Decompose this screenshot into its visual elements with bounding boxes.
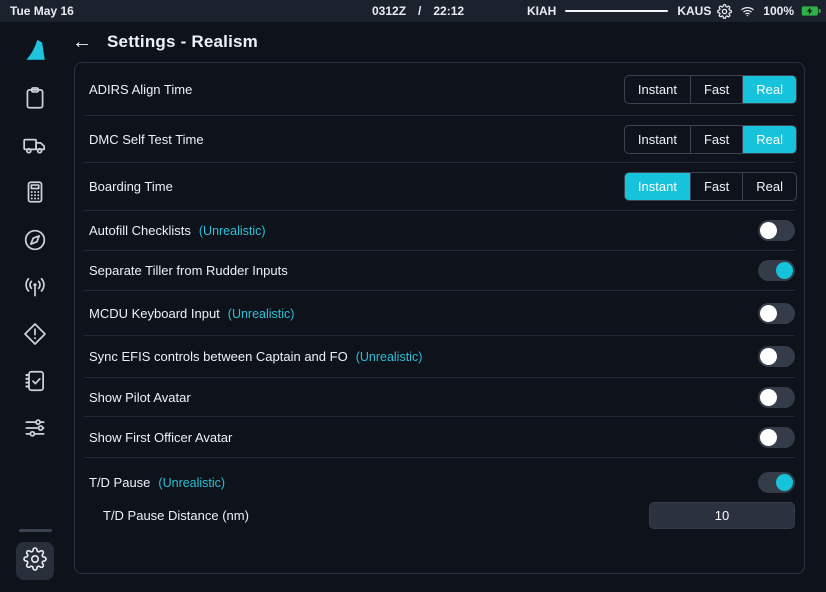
dmc-option-instant[interactable]: Instant <box>625 126 690 153</box>
setting-row-separate-tiller: Separate Tiller from Rudder Inputs <box>84 251 795 291</box>
route-progress-line <box>565 10 668 12</box>
setting-row-boarding-time: Boarding Time Instant Fast Real <box>84 163 795 211</box>
toggle-knob <box>760 222 777 239</box>
local-time: 22:12 <box>433 4 464 18</box>
setting-row-show-pilot-avatar: Show Pilot Avatar <box>84 378 795 417</box>
origin-airport: KIAH <box>527 4 556 18</box>
status-clock: 0312Z / 22:12 <box>372 4 464 18</box>
wifi-icon <box>739 4 756 19</box>
setting-row-dmc-self-test: DMC Self Test Time Instant Fast Real <box>84 116 795 163</box>
sidebar-item-settings-active[interactable] <box>16 542 54 580</box>
utc-time: 0312Z <box>372 4 406 18</box>
sidebar-item-navigation-compass[interactable] <box>22 227 48 253</box>
sidebar-item-ground-services-truck[interactable] <box>22 132 48 158</box>
boarding-option-instant[interactable]: Instant <box>625 173 690 200</box>
setting-label: Show First Officer Avatar <box>89 430 232 445</box>
time-separator: / <box>418 4 421 18</box>
setting-row-td-pause: T/D Pause (Unrealistic) <box>84 458 795 497</box>
sidebar-item-failures-warning[interactable] <box>22 321 48 347</box>
setting-label: Autofill Checklists <box>89 223 191 238</box>
status-bar: Tue May 16 0312Z / 22:12 KIAH KAUS <box>0 0 826 22</box>
mcdu-keyboard-toggle[interactable] <box>758 303 795 324</box>
setting-label: Separate Tiller from Rudder Inputs <box>89 263 288 278</box>
sidebar-item-flight-clipboard[interactable] <box>22 85 48 111</box>
td-pause-distance-input[interactable] <box>649 502 795 529</box>
show-fo-avatar-toggle[interactable] <box>758 427 795 448</box>
unrealistic-tag: (Unrealistic) <box>158 476 225 490</box>
dmc-self-test-segmented: Instant Fast Real <box>624 125 797 154</box>
status-date: Tue May 16 <box>10 4 74 18</box>
setting-row-mcdu-keyboard: MCDU Keyboard Input (Unrealistic) <box>84 291 795 336</box>
setting-label: DMC Self Test Time <box>89 132 204 147</box>
dmc-option-real[interactable]: Real <box>742 126 796 153</box>
toggle-knob <box>776 474 793 491</box>
setting-row-autofill-checklists: Autofill Checklists (Unrealistic) <box>84 211 795 251</box>
autofill-checklists-toggle[interactable] <box>758 220 795 241</box>
unrealistic-tag: (Unrealistic) <box>228 307 295 321</box>
adirs-option-instant[interactable]: Instant <box>625 76 690 103</box>
efb-screen: Tue May 16 0312Z / 22:12 KIAH KAUS <box>0 0 826 592</box>
page-header: ← Settings - Realism <box>70 30 258 54</box>
sidebar-divider <box>19 529 52 532</box>
setting-row-td-pause-distance: T/D Pause Distance (nm) <box>84 497 795 533</box>
flight-route: KIAH KAUS <box>527 0 711 22</box>
page-title: Settings - Realism <box>107 32 258 52</box>
unrealistic-tag: (Unrealistic) <box>356 350 423 364</box>
setting-label: T/D Pause Distance (nm) <box>103 508 249 523</box>
battery-charging-icon <box>801 4 821 18</box>
boarding-option-fast[interactable]: Fast <box>690 173 742 200</box>
settings-gear-icon <box>23 547 47 576</box>
toggle-knob <box>760 389 777 406</box>
show-pilot-avatar-toggle[interactable] <box>758 387 795 408</box>
sidebar-item-radio-antenna[interactable] <box>22 274 48 300</box>
gear-icon <box>717 4 732 19</box>
setting-label: T/D Pause <box>89 475 150 490</box>
separate-tiller-toggle[interactable] <box>758 260 795 281</box>
adirs-option-real[interactable]: Real <box>742 76 796 103</box>
sidebar-item-checklists[interactable] <box>22 368 48 394</box>
back-button[interactable]: ← <box>70 30 94 54</box>
sidebar-item-controls-sliders[interactable] <box>22 415 48 441</box>
toggle-knob <box>760 348 777 365</box>
setting-label: ADIRS Align Time <box>89 82 192 97</box>
dmc-option-fast[interactable]: Fast <box>690 126 742 153</box>
adirs-align-time-segmented: Instant Fast Real <box>624 75 797 104</box>
adirs-option-fast[interactable]: Fast <box>690 76 742 103</box>
boarding-time-segmented: Instant Fast Real <box>624 172 797 201</box>
battery-percent-label: 100% <box>763 4 794 18</box>
sync-efis-toggle[interactable] <box>758 346 795 367</box>
setting-label: Show Pilot Avatar <box>89 390 191 405</box>
boarding-option-real[interactable]: Real <box>742 173 796 200</box>
toggle-knob <box>760 429 777 446</box>
td-pause-toggle[interactable] <box>758 472 795 493</box>
toggle-knob <box>776 262 793 279</box>
setting-row-show-fo-avatar: Show First Officer Avatar <box>84 417 795 458</box>
status-icons: 100% <box>717 0 821 22</box>
setting-row-adirs-align-time: ADIRS Align Time Instant Fast Real <box>84 63 795 116</box>
setting-label: MCDU Keyboard Input <box>89 306 220 321</box>
fenix-logo[interactable] <box>22 37 48 63</box>
toggle-knob <box>760 305 777 322</box>
setting-label: Boarding Time <box>89 179 173 194</box>
setting-row-sync-efis: Sync EFIS controls between Captain and F… <box>84 336 795 378</box>
sidebar-item-calculator[interactable] <box>22 179 48 205</box>
setting-label: Sync EFIS controls between Captain and F… <box>89 349 348 364</box>
unrealistic-tag: (Unrealistic) <box>199 224 266 238</box>
destination-airport: KAUS <box>677 4 711 18</box>
realism-settings-panel: ADIRS Align Time Instant Fast Real DMC S… <box>74 62 805 574</box>
arrow-left-icon: ← <box>72 32 92 52</box>
